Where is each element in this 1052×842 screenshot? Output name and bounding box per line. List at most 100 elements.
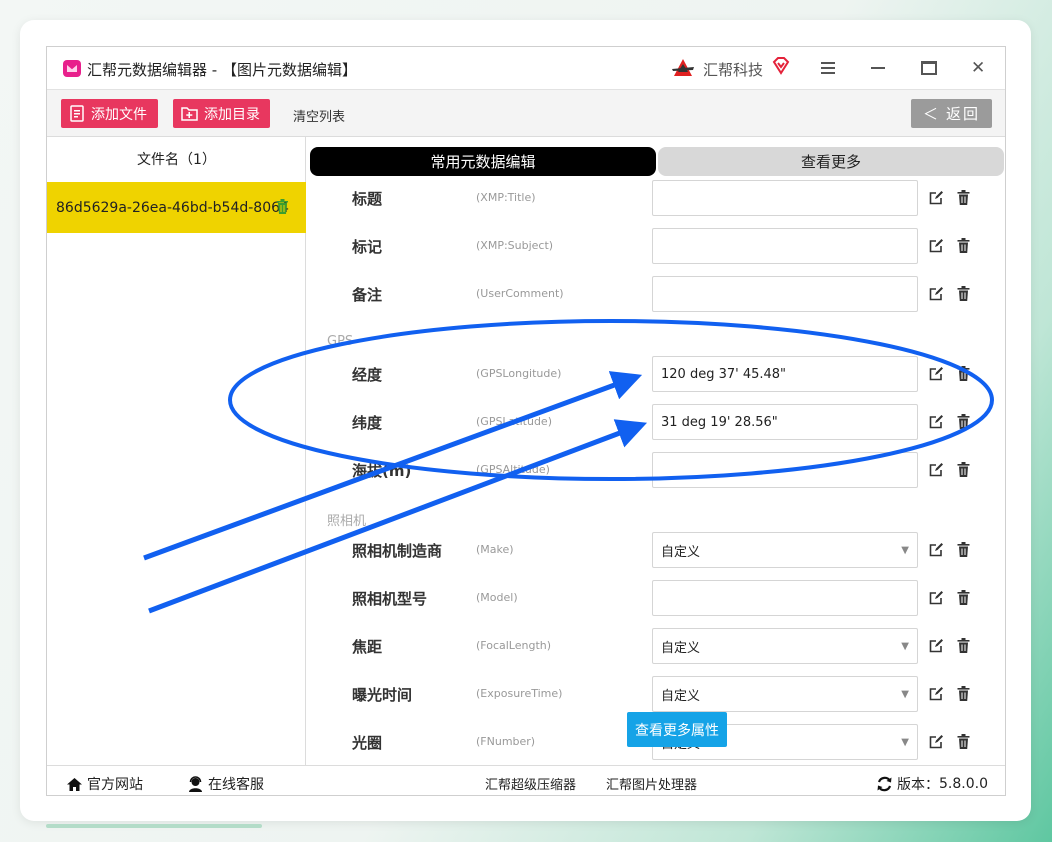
trash-icon[interactable] xyxy=(957,190,970,205)
field-label: 海拔(m) xyxy=(352,462,412,480)
field-key: (GPSLongitude) xyxy=(476,367,562,380)
edit-icon[interactable] xyxy=(929,286,944,301)
field-key: (GPSAltitude) xyxy=(476,463,550,476)
metadata-row: 焦距 (FocalLength) 自定义 ▼ xyxy=(307,622,1005,670)
edit-icon[interactable] xyxy=(929,734,944,749)
trash-icon[interactable] xyxy=(957,366,970,381)
field-input[interactable]: 120 deg 37' 45.48" xyxy=(652,356,918,392)
field-input[interactable] xyxy=(652,580,918,616)
field-select[interactable]: 自定义 ▼ xyxy=(652,628,918,664)
title-bar: 汇帮元数据编辑器 - 【图片元数据编辑】 汇帮科技 ✕ xyxy=(47,47,1005,89)
trash-icon[interactable] xyxy=(276,199,289,214)
trash-icon[interactable] xyxy=(957,414,970,429)
image-processor-link[interactable]: 汇帮图片处理器 xyxy=(606,774,697,793)
field-label: 光圈 xyxy=(352,734,383,752)
version-number: 5.8.0.0 xyxy=(939,776,988,792)
add-directory-label: 添加目录 xyxy=(204,106,260,123)
metadata-row: 纬度 (GPSLatitude) 31 deg 19' 28.56" xyxy=(307,398,1005,446)
window-title: 汇帮元数据编辑器 - 【图片元数据编辑】 xyxy=(87,61,357,79)
tab-view-more[interactable]: 查看更多 xyxy=(658,147,1004,176)
metadata-row: 曝光时间 (ExposureTime) 自定义 ▼ xyxy=(307,670,1005,718)
dropdown-arrow-icon: ▼ xyxy=(901,545,909,556)
metadata-row: 经度 (GPSLongitude) 120 deg 37' 45.48" xyxy=(307,350,1005,398)
add-directory-button[interactable]: 添加目录 xyxy=(173,99,270,128)
field-key: (XMP:Subject) xyxy=(476,239,554,252)
brand-name: 汇帮科技 xyxy=(703,61,764,79)
field-select[interactable]: 自定义 ▼ xyxy=(652,532,918,568)
add-file-label: 添加文件 xyxy=(91,106,147,123)
edit-icon[interactable] xyxy=(929,366,944,381)
view-more-attributes-button[interactable]: 查看更多属性 xyxy=(627,712,727,747)
field-key: (XMP:Title) xyxy=(476,191,536,204)
edit-icon[interactable] xyxy=(929,590,944,605)
file-list-item[interactable]: 86d5629a-26ea-46bd-b54d-8064 xyxy=(47,182,306,233)
metadata-row: 照相机型号 (Model) xyxy=(307,574,1005,622)
field-value: 31 deg 19' 28.56" xyxy=(661,414,778,430)
trash-icon[interactable] xyxy=(957,590,970,605)
app-window: 汇帮元数据编辑器 - 【图片元数据编辑】 汇帮科技 ✕ 添加文件 添加目录 清空… xyxy=(46,46,1006,796)
dropdown-arrow-icon: ▼ xyxy=(901,689,909,700)
add-file-button[interactable]: 添加文件 xyxy=(61,99,158,128)
dropdown-arrow-icon: ▼ xyxy=(901,641,909,652)
edit-icon[interactable] xyxy=(929,686,944,701)
field-select[interactable]: 自定义 ▼ xyxy=(652,676,918,712)
trash-icon[interactable] xyxy=(957,734,970,749)
vip-diamond-icon[interactable] xyxy=(771,56,791,76)
website-link[interactable]: 官方网站 xyxy=(66,774,143,794)
trash-icon[interactable] xyxy=(957,238,970,253)
field-label: 照相机型号 xyxy=(352,590,428,608)
maximize-icon[interactable] xyxy=(921,61,937,75)
field-label: 纬度 xyxy=(352,414,383,432)
online-support-link[interactable]: 在线客服 xyxy=(187,774,264,794)
field-input[interactable] xyxy=(652,452,918,488)
edit-icon[interactable] xyxy=(929,542,944,557)
website-label: 官方网站 xyxy=(87,777,143,793)
tab-common-metadata[interactable]: 常用元数据编辑 xyxy=(310,147,656,176)
refresh-icon[interactable] xyxy=(876,776,893,792)
clear-list-button[interactable]: 清空列表 xyxy=(293,106,345,125)
horizontal-scrollbar[interactable] xyxy=(46,824,262,828)
add-file-icon xyxy=(70,105,84,122)
chevron-left-icon: ＜ xyxy=(922,105,940,123)
menu-icon[interactable] xyxy=(820,61,836,75)
edit-icon[interactable] xyxy=(929,190,944,205)
back-label: 返回 xyxy=(946,105,981,123)
field-label: 曝光时间 xyxy=(352,686,413,704)
trash-icon[interactable] xyxy=(957,542,970,557)
app-logo-icon xyxy=(63,60,81,77)
add-folder-icon xyxy=(181,107,198,121)
field-value: 自定义 xyxy=(661,688,701,704)
field-input[interactable] xyxy=(652,276,918,312)
compressor-link[interactable]: 汇帮超级压缩器 xyxy=(485,774,576,793)
edit-icon[interactable] xyxy=(929,414,944,429)
metadata-row: 备注 (UserComment) xyxy=(307,270,1005,318)
field-label: 标题 xyxy=(352,190,383,208)
close-icon[interactable]: ✕ xyxy=(971,59,985,77)
home-icon xyxy=(67,777,82,791)
trash-icon[interactable] xyxy=(957,686,970,701)
field-value: 120 deg 37' 45.48" xyxy=(661,366,787,382)
brand-logo-icon xyxy=(672,59,694,76)
field-label: 照相机制造商 xyxy=(352,542,443,560)
field-key: (Make) xyxy=(476,543,514,556)
metadata-editor: 常用元数据编辑 查看更多 GPS 照相机 标题 (XMP:Title) 标记 (XMP… xyxy=(307,137,1005,765)
field-key: (FNumber) xyxy=(476,735,536,748)
support-agent-icon xyxy=(189,776,202,792)
edit-icon[interactable] xyxy=(929,462,944,477)
field-input[interactable] xyxy=(652,228,918,264)
trash-icon[interactable] xyxy=(957,638,970,653)
trash-icon[interactable] xyxy=(957,286,970,301)
edit-icon[interactable] xyxy=(929,638,944,653)
field-input[interactable]: 31 deg 19' 28.56" xyxy=(652,404,918,440)
field-value: 自定义 xyxy=(661,640,701,656)
edit-icon[interactable] xyxy=(929,238,944,253)
file-name: 86d5629a-26ea-46bd-b54d-8064 xyxy=(56,199,289,216)
metadata-row: 标记 (XMP:Subject) xyxy=(307,222,1005,270)
field-key: (Model) xyxy=(476,591,518,604)
back-button[interactable]: ＜ 返回 xyxy=(911,99,992,128)
trash-icon[interactable] xyxy=(957,462,970,477)
metadata-row: 标题 (XMP:Title) xyxy=(307,174,1005,222)
field-input[interactable] xyxy=(652,180,918,216)
minimize-icon[interactable] xyxy=(871,67,885,69)
support-label: 在线客服 xyxy=(208,777,264,793)
